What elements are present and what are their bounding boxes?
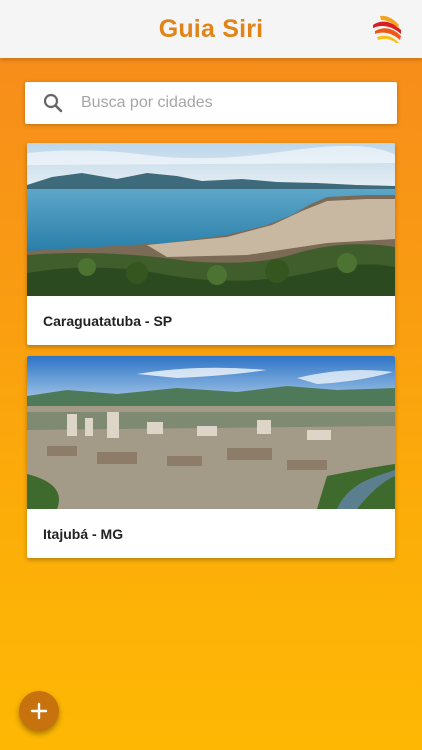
app-logo-icon (373, 15, 401, 43)
search-bar[interactable] (25, 82, 397, 124)
city-card[interactable]: Caraguatatuba - SP (27, 143, 395, 345)
add-city-button[interactable] (19, 691, 59, 731)
search-input[interactable] (81, 94, 361, 112)
city-name: Caraguatatuba - SP (43, 313, 173, 329)
search-icon (43, 93, 63, 113)
city-photo (27, 143, 395, 296)
city-name: Itajubá - MG (43, 526, 124, 542)
app-title: Guia Siri (158, 14, 264, 43)
city-photo (27, 356, 395, 509)
city-card[interactable]: Itajubá - MG (27, 356, 395, 558)
app-bar: Guia Siri (0, 0, 422, 58)
plus-icon (30, 702, 48, 720)
